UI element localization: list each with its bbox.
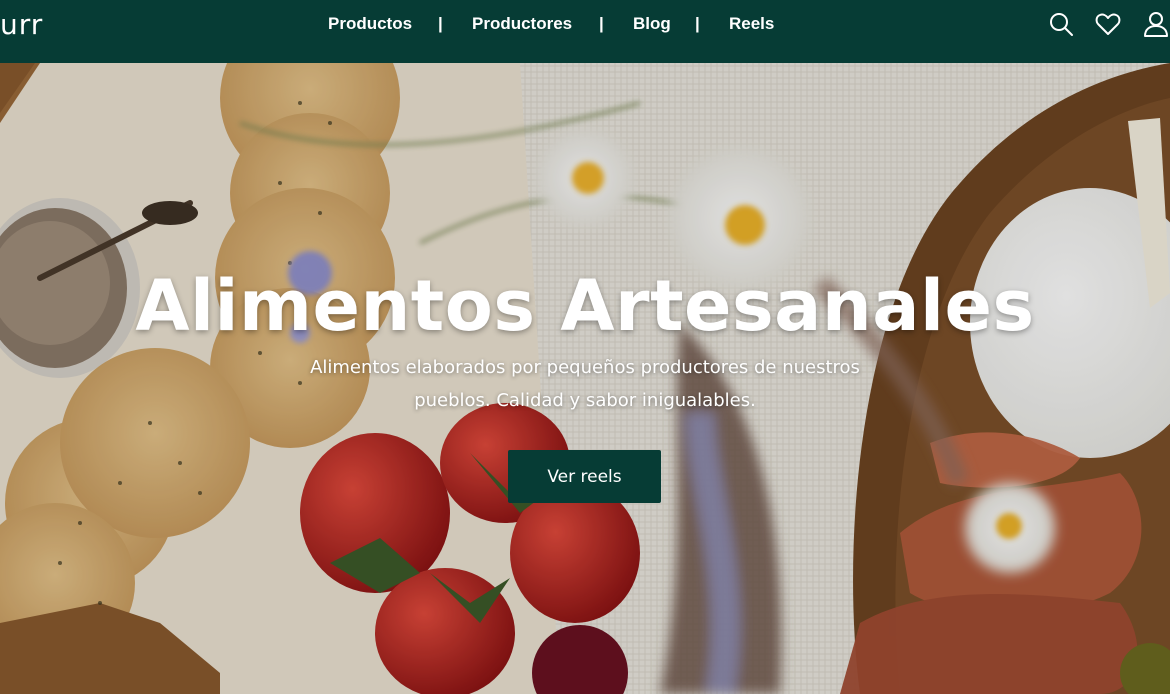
- nav-item-blog[interactable]: Blog: [633, 13, 671, 35]
- nav-item-productos[interactable]: Productos: [328, 13, 412, 35]
- hero-subtitle: Alimentos elaborados por pequeños produc…: [310, 357, 860, 411]
- hero-title: Alimentos Artesanales: [135, 265, 1035, 347]
- search-icon[interactable]: [1047, 10, 1075, 38]
- heart-icon[interactable]: [1094, 10, 1122, 38]
- nav-separator: |: [599, 14, 604, 33]
- site-header: urr Productos | Productores | Blog | Ree…: [0, 0, 1170, 63]
- main-nav: Productos | Productores | Blog | Reels: [0, 0, 1170, 48]
- hero-section: Alimentos Artesanales Alimentos elaborad…: [0, 63, 1170, 694]
- nav-item-reels[interactable]: Reels: [729, 13, 774, 35]
- nav-item-productores[interactable]: Productores: [472, 13, 572, 35]
- nav-separator: |: [695, 14, 700, 33]
- user-icon[interactable]: [1142, 10, 1170, 38]
- ver-reels-button[interactable]: Ver reels: [508, 450, 661, 503]
- nav-separator: |: [438, 14, 443, 33]
